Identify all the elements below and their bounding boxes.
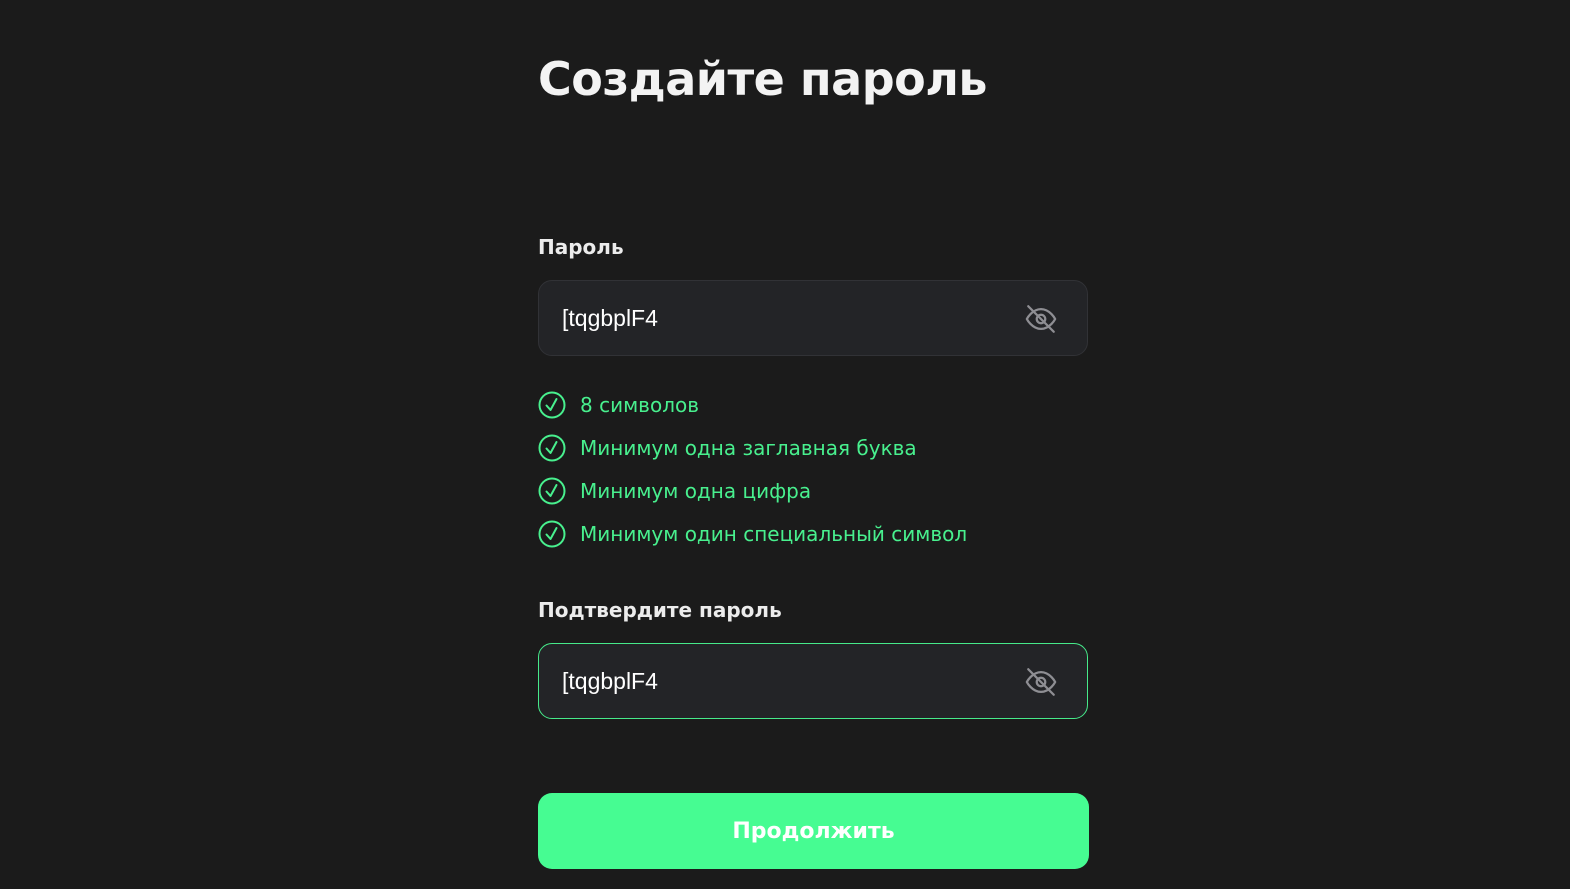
confirm-password-visibility-toggle[interactable] [1024,665,1058,699]
create-password-page: Создайте пароль Пароль [tqgbplF4 8 симво… [0,0,1570,889]
password-input[interactable] [562,281,1002,355]
password-requirements: 8 символов Минимум одна заглавная буква [538,390,967,562]
eye-off-icon [1024,665,1058,699]
confirm-password-field [538,643,1088,719]
requirement-text: Минимум одна цифра [580,479,812,503]
requirement-text: Минимум одна заглавная буква [580,436,917,460]
eye-off-icon [1024,302,1058,336]
confirm-password-input[interactable] [562,644,1002,718]
password-field [538,280,1088,356]
requirement-item: Минимум один специальный символ [538,519,967,562]
requirement-text: Минимум один специальный символ [580,522,968,546]
check-circle-icon [538,434,566,462]
check-circle-icon [538,477,566,505]
requirement-text: 8 символов [580,393,699,417]
requirement-item: 8 символов [538,390,967,433]
check-circle-icon [538,520,566,548]
confirm-password-label: Подтвердите пароль [538,598,782,622]
continue-button[interactable]: Продолжить [538,793,1089,869]
requirement-item: Минимум одна заглавная буква [538,433,967,476]
page-title: Создайте пароль [538,52,988,106]
requirement-item: Минимум одна цифра [538,476,967,519]
check-circle-icon [538,391,566,419]
password-visibility-toggle[interactable] [1024,302,1058,336]
password-label: Пароль [538,235,624,259]
